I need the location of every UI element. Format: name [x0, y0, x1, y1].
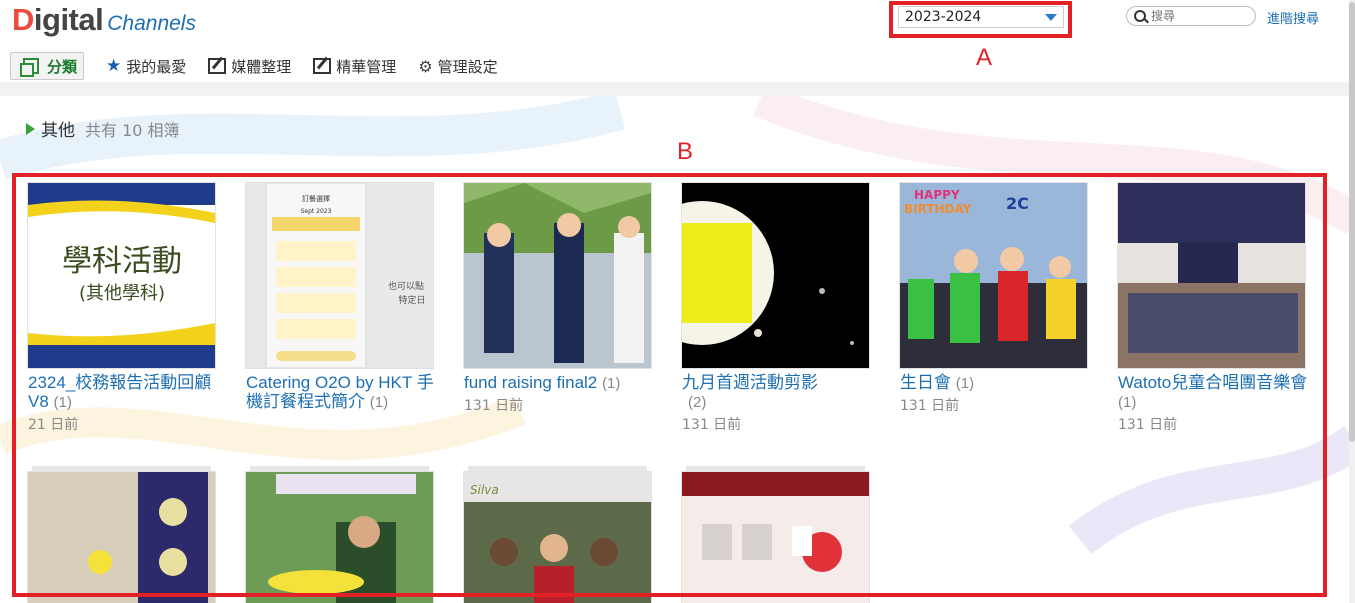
- nav-label: 精華管理: [336, 57, 397, 76]
- album-icon: [20, 58, 39, 77]
- triangle-right-icon: [26, 122, 35, 135]
- annotation-label-a: A: [976, 44, 993, 71]
- nav-label: 分類: [47, 57, 78, 76]
- annotation-box-b: [12, 173, 1327, 597]
- logo-channels: Channels: [107, 12, 196, 35]
- search-input[interactable]: [1151, 9, 1247, 23]
- nav-tab-highlights[interactable]: 精華管理: [313, 53, 396, 79]
- header-divider: [0, 82, 1355, 96]
- nav-tab-admin-settings[interactable]: ⚙ 管理設定: [418, 53, 497, 79]
- nav-label: 我的最愛: [126, 57, 187, 76]
- top-bar: Digital Channels 2023-2024 進階搜尋 分類 ★ 我的最…: [0, 0, 1355, 82]
- logo-digital: Digital: [12, 2, 104, 37]
- category-name: 其他: [41, 121, 75, 141]
- nav-label: 管理設定: [437, 57, 498, 76]
- logo[interactable]: Digital Channels: [12, 2, 196, 38]
- nav-tab-favorites[interactable]: ★ 我的最愛: [106, 53, 186, 79]
- gear-icon: ⚙: [418, 56, 433, 76]
- search-box[interactable]: [1126, 6, 1256, 26]
- scrollbar-thumb[interactable]: [1349, 2, 1355, 442]
- annotation-label-b: B: [677, 138, 694, 165]
- nav-label: 媒體整理: [231, 57, 292, 76]
- annotation-box-a: [889, 1, 1072, 38]
- nav-tab-media-organize[interactable]: 媒體整理: [208, 53, 291, 79]
- category-album-count: 共有 10 相簿: [85, 120, 180, 140]
- category-header[interactable]: 其他 共有 10 相簿: [26, 116, 180, 141]
- edit-icon: [313, 58, 332, 74]
- star-icon: ★: [106, 56, 122, 76]
- nav-tab-categories[interactable]: 分類: [10, 52, 85, 80]
- edit-icon: [208, 58, 227, 74]
- advanced-search-link[interactable]: 進階搜尋: [1267, 8, 1319, 27]
- main-nav: 分類 ★ 我的最愛 媒體整理 精華管理 ⚙ 管理設定: [0, 50, 520, 82]
- search-icon: [1134, 10, 1146, 22]
